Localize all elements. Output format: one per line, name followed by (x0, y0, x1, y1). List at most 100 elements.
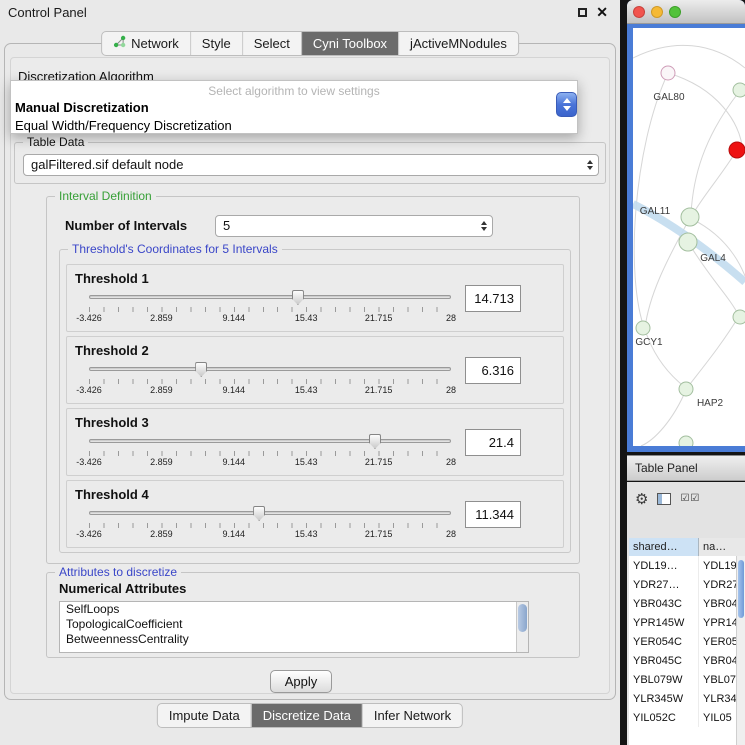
table-row[interactable]: YBR043C YBR04 (629, 594, 745, 613)
table-row[interactable]: YBL079W YBL07 (629, 670, 745, 689)
threshold-3-value-field[interactable]: 21.4 (465, 429, 521, 456)
interval-definition-group: Interval Definition Number of Intervals … (46, 196, 580, 564)
tick-label: 28 (446, 529, 456, 539)
mac-close-icon[interactable] (633, 6, 645, 18)
table-row[interactable]: YIL052C YIL05 (629, 708, 745, 727)
tab-discretize-data-label: Discretize Data (263, 704, 351, 727)
slider-tick-marks (89, 379, 451, 384)
tick-label: 21.715 (365, 529, 393, 539)
table-row[interactable]: YLR345W YLR34 (629, 689, 745, 708)
apply-button[interactable]: Apply (270, 670, 332, 693)
network-view-window: GAL80 GAL11 GAL4 GCY1 HAP2 (627, 0, 745, 452)
tab-network[interactable]: Network (102, 32, 190, 55)
algorithm-dropdown-popup: Select algorithm to view settings Manual… (10, 80, 578, 134)
tab-jactivemnodules[interactable]: jActiveMNodules (398, 32, 518, 55)
tab-infer-network[interactable]: Infer Network (362, 704, 462, 727)
tab-discretize-data[interactable]: Discretize Data (251, 704, 362, 727)
threshold-2-slider-thumb[interactable] (195, 362, 207, 377)
table-row[interactable]: YDR27… YDR27 (629, 575, 745, 594)
cell-shared-name: YBR045C (629, 651, 699, 670)
threshold-3-panel: Threshold 3 -3.426 2.859 9.144 15.43 21.… (66, 408, 564, 476)
network-window-titlebar[interactable] (627, 0, 745, 24)
tab-style[interactable]: Style (190, 32, 242, 55)
table-data-combo[interactable]: galFiltered.sif default node (23, 154, 599, 176)
thresholds-group: Threshold's Coordinates for 5 Intervals … (59, 249, 571, 553)
threshold-1-slider[interactable] (89, 289, 451, 305)
table-scrollbar[interactable] (736, 556, 745, 745)
bottom-tab-bar: Impute Data Discretize Data Infer Networ… (157, 703, 463, 728)
mac-zoom-icon[interactable] (669, 6, 681, 18)
threshold-3-slider[interactable] (89, 433, 451, 449)
tick-label: 21.715 (365, 385, 393, 395)
table-data-group-label: Table Data (23, 135, 88, 149)
network-node-gal4[interactable] (679, 233, 697, 251)
close-icon[interactable]: ✕ (596, 4, 608, 21)
threshold-1-slider-thumb[interactable] (292, 290, 304, 305)
tab-infer-network-label: Infer Network (374, 704, 451, 727)
algorithm-option-manual[interactable]: Manual Discretization (11, 98, 577, 115)
network-node[interactable] (679, 436, 693, 446)
network-node[interactable] (661, 66, 675, 80)
top-tab-bar: Network Style Select Cyni Toolbox jActiv… (101, 31, 519, 56)
threshold-4-panel: Threshold 4 -3.426 2.859 9.144 15.43 21.… (66, 480, 564, 548)
algorithm-option-equal-width[interactable]: Equal Width/Frequency Discretization (11, 115, 577, 133)
network-node[interactable] (733, 83, 745, 97)
tick-label: 9.144 (223, 385, 246, 395)
tab-cyni-toolbox-label: Cyni Toolbox (313, 32, 387, 55)
slider-tick-marks (89, 307, 451, 312)
threshold-3-slider-thumb[interactable] (369, 434, 381, 449)
network-node-selected[interactable] (729, 142, 745, 158)
network-node-gal11[interactable] (681, 208, 699, 226)
list-item[interactable]: BetweennessCentrality (60, 632, 528, 647)
column-header-name[interactable]: na… (699, 538, 745, 556)
threshold-4-slider-thumb[interactable] (253, 506, 265, 521)
window-title: Control Panel (8, 0, 87, 26)
tick-label: 28 (446, 313, 456, 323)
tab-select[interactable]: Select (242, 32, 301, 55)
select-columns-icon[interactable]: ☑☑ (680, 494, 700, 504)
threshold-1-value-field[interactable]: 14.713 (465, 285, 521, 312)
tick-label: 15.43 (295, 313, 318, 323)
table-row[interactable]: YER054C YER05 (629, 632, 745, 651)
tick-label: 9.144 (223, 457, 246, 467)
tick-label: 21.715 (365, 313, 393, 323)
chevron-down-icon (563, 106, 571, 111)
interval-definition-label: Interval Definition (55, 189, 156, 203)
threshold-4-slider[interactable] (89, 505, 451, 521)
attributes-scrollbar[interactable] (516, 602, 528, 652)
network-icon (113, 32, 126, 55)
gear-icon[interactable]: ⚙ (635, 492, 648, 507)
network-canvas[interactable]: GAL80 GAL11 GAL4 GCY1 HAP2 (633, 28, 745, 446)
mac-minimize-icon[interactable] (651, 6, 663, 18)
list-item[interactable]: SelfLoops (60, 602, 528, 617)
tick-label: -3.426 (76, 313, 102, 323)
network-node-gcy1[interactable] (636, 321, 650, 335)
table-row[interactable]: YPR145W YPR14 (629, 613, 745, 632)
combo-stepper-icon (481, 216, 487, 236)
numerical-attributes-list[interactable]: SelfLoops TopologicalCoefficient Between… (59, 601, 529, 653)
table-row[interactable]: YBR045C YBR04 (629, 651, 745, 670)
table-panel-header[interactable]: Table Panel (627, 455, 745, 481)
float-window-icon[interactable] (578, 8, 587, 17)
cell-shared-name: YBL079W (629, 670, 699, 689)
cell-shared-name: YDL19… (629, 556, 699, 575)
algorithm-combo-button[interactable] (556, 92, 577, 117)
scrollbar-thumb[interactable] (738, 560, 744, 618)
network-node[interactable] (733, 310, 745, 324)
table-row[interactable]: YDL19… YDL19 (629, 556, 745, 575)
network-graph: GAL80 GAL11 GAL4 GCY1 HAP2 (633, 28, 745, 446)
slider-tick-marks (89, 451, 451, 456)
columns-icon[interactable] (657, 493, 671, 505)
column-header-shared-name[interactable]: shared… (629, 538, 699, 556)
threshold-2-slider[interactable] (89, 361, 451, 377)
scrollbar-thumb[interactable] (518, 604, 527, 632)
threshold-2-value-field[interactable]: 6.316 (465, 357, 521, 384)
tab-cyni-toolbox[interactable]: Cyni Toolbox (301, 32, 398, 55)
slider-tick-labels: -3.426 2.859 9.144 15.43 21.715 28 (89, 529, 451, 541)
network-node-hap2[interactable] (679, 382, 693, 396)
list-item[interactable]: TopologicalCoefficient (60, 617, 528, 632)
threshold-4-value-field[interactable]: 11.344 (465, 501, 521, 528)
slider-tick-labels: -3.426 2.859 9.144 15.43 21.715 28 (89, 313, 451, 325)
tab-impute-data[interactable]: Impute Data (158, 704, 251, 727)
number-of-intervals-combo[interactable]: 5 (215, 215, 493, 237)
